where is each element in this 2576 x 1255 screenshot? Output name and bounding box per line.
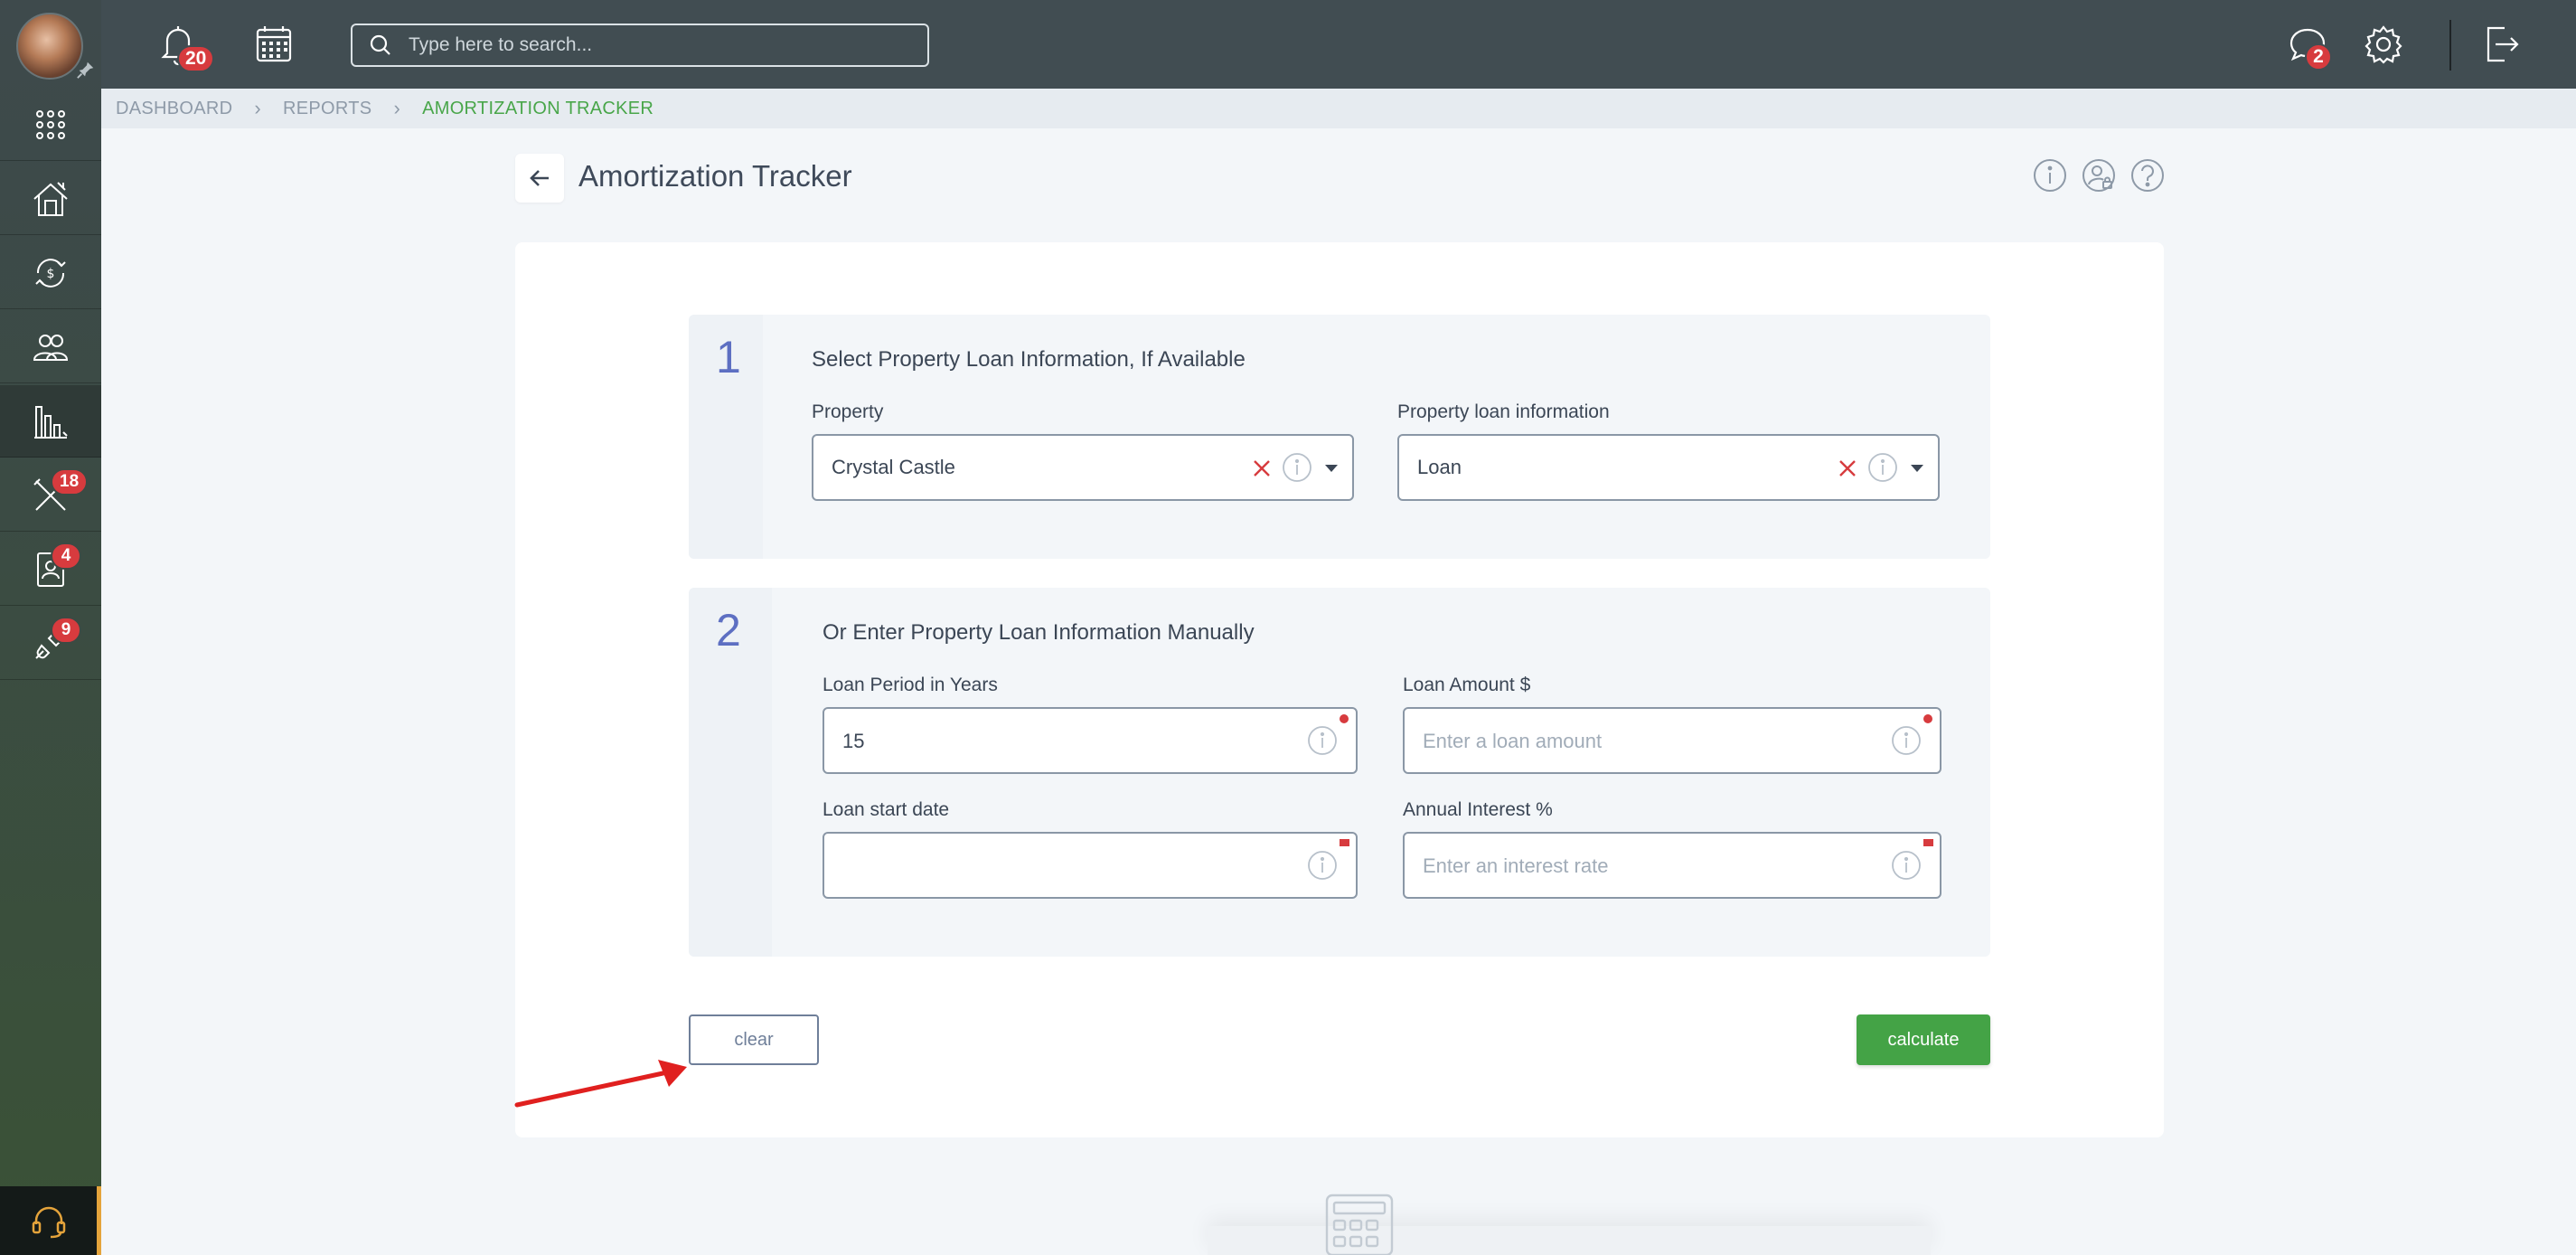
loan-amount-label: Loan Amount $ — [1403, 675, 1531, 695]
info-icon[interactable] — [1891, 850, 1922, 881]
loan-start-field[interactable] — [823, 832, 1358, 899]
chevron-right-icon: › — [393, 97, 401, 119]
tenants-badge: 4 — [51, 543, 81, 570]
required-indicator — [1340, 839, 1349, 846]
section-number: 1 — [716, 332, 741, 382]
sidebar-item-maintenance[interactable]: 18 — [0, 459, 101, 532]
loan-info-select[interactable]: Loan — [1397, 434, 1940, 501]
section-title: Or Enter Property Loan Information Manua… — [823, 620, 1255, 645]
chevron-right-icon: › — [254, 97, 262, 119]
section-select-loan: 1 Select Property Loan Information, If A… — [689, 315, 1990, 559]
loan-info-label: Property loan information — [1397, 401, 1610, 422]
loan-start-label: Loan start date — [823, 799, 950, 820]
section-title: Select Property Loan Information, If Ava… — [812, 347, 1246, 372]
svg-text:$: $ — [47, 267, 55, 281]
notifications-button[interactable]: 20 — [154, 20, 215, 72]
info-icon[interactable] — [1307, 725, 1338, 756]
notifications-badge: 20 — [177, 45, 215, 72]
property-select[interactable]: Crystal Castle — [812, 434, 1354, 501]
section-manual-loan: 2 Or Enter Property Loan Information Man… — [689, 588, 1990, 957]
user-avatar[interactable] — [16, 13, 83, 80]
sidebar-item-integrations[interactable]: 9 — [0, 608, 101, 680]
page-title: Amortization Tracker — [578, 159, 852, 193]
loan-start-input[interactable] — [842, 852, 1267, 881]
headset-icon — [32, 1206, 65, 1239]
chevron-down-icon[interactable] — [1911, 465, 1923, 472]
sidebar-item-properties[interactable] — [0, 163, 101, 235]
reports-chart-icon — [34, 405, 68, 439]
breadcrumb-dashboard[interactable]: DASHBOARD — [116, 99, 232, 119]
required-indicator — [1923, 839, 1933, 846]
support-button[interactable] — [0, 1186, 101, 1255]
search-input[interactable] — [409, 34, 927, 56]
sidebar: $ 18 4 9 — [0, 0, 101, 1255]
results-panel — [1208, 1226, 1931, 1255]
calendar-icon — [256, 26, 292, 62]
sidebar-item-reports[interactable] — [0, 385, 101, 458]
chevron-down-icon[interactable] — [1325, 465, 1338, 472]
settings-button[interactable] — [2359, 20, 2408, 69]
clear-x-icon[interactable] — [1837, 458, 1858, 479]
messages-badge: 2 — [2305, 43, 2332, 71]
money-cycle-icon: $ — [35, 258, 66, 288]
interest-field[interactable] — [1403, 832, 1941, 899]
messages-button[interactable]: 2 — [2283, 20, 2332, 71]
sidebar-item-tenants[interactable]: 4 — [0, 533, 101, 606]
top-bar: 20 2 — [101, 0, 2576, 89]
back-button[interactable] — [515, 154, 564, 203]
clear-button[interactable]: clear — [689, 1014, 819, 1065]
topbar-divider — [2449, 20, 2451, 71]
search-box[interactable] — [351, 24, 929, 67]
sidebar-item-accounting[interactable]: $ — [0, 237, 101, 309]
calendar-button[interactable] — [249, 20, 298, 69]
required-indicator — [1923, 714, 1932, 723]
sidebar-item-apps[interactable] — [0, 89, 101, 161]
loan-amount-field[interactable] — [1403, 707, 1941, 774]
loan-period-input[interactable] — [842, 727, 1267, 756]
gear-icon — [2364, 25, 2402, 64]
property-house-icon — [33, 181, 68, 216]
calculator-icon — [1325, 1194, 1394, 1255]
required-indicator — [1340, 714, 1349, 723]
breadcrumb-current: AMORTIZATION TRACKER — [422, 98, 654, 118]
user-lock-icon[interactable] — [2081, 157, 2117, 193]
info-icon[interactable] — [1891, 725, 1922, 756]
interest-label: Annual Interest % — [1403, 799, 1553, 820]
sidebar-item-people[interactable] — [0, 311, 101, 383]
logout-icon — [2487, 26, 2519, 62]
loan-amount-input[interactable] — [1423, 727, 1847, 756]
property-value: Crystal Castle — [832, 456, 955, 478]
calculate-button[interactable]: calculate — [1857, 1014, 1990, 1065]
info-icon[interactable] — [2032, 157, 2068, 193]
interest-input[interactable] — [1423, 852, 1847, 881]
search-icon — [370, 34, 390, 55]
breadcrumb-reports[interactable]: REPORTS — [283, 99, 371, 119]
annotation-arrow — [514, 1060, 687, 1108]
main-card: 1 Select Property Loan Information, If A… — [515, 242, 2164, 1137]
apps-grid-icon — [36, 109, 65, 139]
breadcrumb: DASHBOARD › REPORTS › AMORTIZATION TRACK… — [101, 89, 2576, 128]
clear-x-icon[interactable] — [1251, 458, 1273, 479]
info-icon[interactable] — [1867, 452, 1898, 483]
property-label: Property — [812, 401, 884, 422]
maintenance-badge: 18 — [51, 468, 89, 495]
loan-info-value: Loan — [1417, 456, 1462, 478]
integrations-badge: 9 — [51, 617, 81, 644]
info-icon[interactable] — [1307, 850, 1338, 881]
section-number: 2 — [716, 605, 741, 656]
logout-button[interactable] — [2477, 20, 2525, 69]
loan-period-label: Loan Period in Years — [823, 675, 998, 695]
people-icon — [33, 334, 69, 361]
info-icon[interactable] — [1282, 452, 1312, 483]
loan-period-field[interactable] — [823, 707, 1358, 774]
help-icon[interactable] — [2129, 157, 2166, 193]
pin-icon[interactable] — [76, 60, 96, 80]
arrow-left-icon — [530, 170, 549, 186]
